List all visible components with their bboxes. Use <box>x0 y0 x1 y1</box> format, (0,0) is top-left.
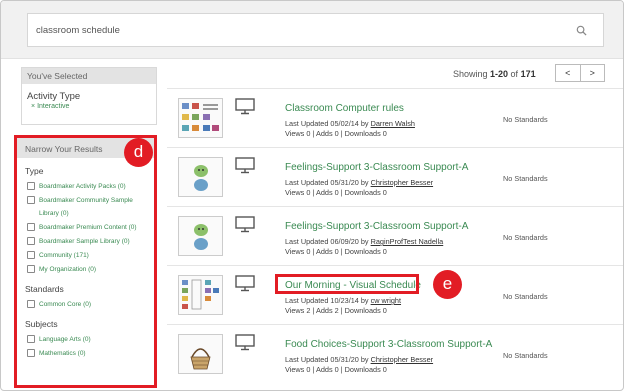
result-title-link[interactable]: Food Choices-Support 3-Classroom Support… <box>285 339 492 350</box>
result-title-link[interactable]: Feelings-Support 3-Classroom Support-A <box>285 162 468 173</box>
result-standards: No Standards <box>503 233 548 242</box>
result-updated: Last Updated 05/31/20 by Christopher Bes… <box>285 178 434 187</box>
prev-page-button[interactable]: < <box>556 65 580 81</box>
selected-filters-panel: You've Selected Activity Type × Interacti… <box>21 67 157 125</box>
search-icon[interactable] <box>576 25 587 36</box>
checkbox[interactable] <box>27 349 35 357</box>
result-stats: Views 0 | Adds 0 | Downloads 0 <box>285 188 387 197</box>
left-column: You've Selected Activity Type × Interacti… <box>21 67 157 125</box>
next-page-button[interactable]: > <box>579 65 605 81</box>
selected-filter-value: Interactive <box>37 103 70 110</box>
search-band <box>1 1 623 59</box>
computer-icon <box>235 157 255 174</box>
filter-option-premium-content[interactable]: Boardmaker Premium Content (0) <box>27 223 154 231</box>
filter-option-sample-library[interactable]: Boardmaker Sample Library (0) <box>27 237 154 245</box>
search-input[interactable] <box>28 14 548 46</box>
activity-thumbnail[interactable] <box>178 275 223 315</box>
result-updated: Last Updated 05/31/20 by Christopher Bes… <box>285 355 434 364</box>
highlight-box-result-title <box>275 274 419 294</box>
result-row: Classroom Computer rules Last Updated 05… <box>167 88 623 147</box>
author-link[interactable]: Darren Walsh <box>371 119 415 128</box>
result-row: Feelings-Support 3-Classroom Support-A L… <box>167 147 623 206</box>
activity-thumbnail[interactable] <box>178 98 223 138</box>
narrow-results-panel: Narrow Your Results Type Boardmaker Acti… <box>14 135 157 388</box>
checkbox[interactable] <box>27 300 35 308</box>
result-updated: Last Updated 05/02/14 by Darren Walsh <box>285 119 415 128</box>
filter-option-community[interactable]: Community (171) <box>27 251 154 259</box>
result-standards: No Standards <box>503 351 548 360</box>
filter-option-language-arts[interactable]: Language Arts (0) <box>27 335 154 343</box>
checkbox[interactable] <box>27 223 35 231</box>
selected-filter-chip[interactable]: × Interactive <box>22 102 156 110</box>
selected-filters-header: You've Selected <box>22 68 156 84</box>
result-updated: Last Updated 06/09/20 by RaginProfTest N… <box>285 237 444 246</box>
result-row: Food Choices-Support 3-Classroom Support… <box>167 324 623 383</box>
computer-icon <box>235 334 255 351</box>
filter-option-common-core[interactable]: Common Core (0) <box>27 300 154 308</box>
result-standards: No Standards <box>503 174 548 183</box>
filter-option-mathematics[interactable]: Mathematics (0) <box>27 349 154 357</box>
checkbox[interactable] <box>27 265 35 273</box>
result-stats: Views 0 | Adds 0 | Downloads 0 <box>285 129 387 138</box>
activity-thumbnail[interactable] <box>178 157 223 197</box>
remove-filter-icon[interactable]: × <box>31 103 35 110</box>
checkbox[interactable] <box>27 251 35 259</box>
author-link[interactable]: RaginProfTest Nadella <box>371 237 444 246</box>
result-row: Feelings-Support 3-Classroom Support-A L… <box>167 206 623 265</box>
checkbox[interactable] <box>27 196 35 204</box>
filter-option-label-continued: Library (0) <box>39 210 69 217</box>
activity-thumbnail[interactable] <box>178 216 223 256</box>
result-updated: Last Updated 10/23/14 by cw wright <box>285 296 402 305</box>
standards-section-label: Standards <box>25 284 64 294</box>
result-stats: Views 0 | Adds 0 | Downloads 0 <box>285 247 387 256</box>
result-title-link[interactable]: Classroom Computer rules <box>285 103 404 114</box>
checkbox[interactable] <box>27 335 35 343</box>
type-section-label: Type <box>25 166 44 176</box>
computer-icon <box>235 98 255 115</box>
result-title-link[interactable]: Feelings-Support 3-Classroom Support-A <box>285 221 468 232</box>
results-count: Showing 1-20 of 171 <box>453 69 536 79</box>
result-stats: Views 2 | Adds 2 | Downloads 0 <box>285 306 387 315</box>
activity-thumbnail[interactable] <box>178 334 223 374</box>
result-stats: Views 0 | Adds 0 | Downloads 0 <box>285 365 387 374</box>
filter-option-activity-packs[interactable]: Boardmaker Activity Packs (0) <box>27 182 154 190</box>
computer-icon <box>235 275 255 292</box>
selected-filter-title: Activity Type <box>27 91 81 102</box>
checkbox[interactable] <box>27 237 35 245</box>
computer-icon <box>235 216 255 233</box>
author-link[interactable]: Christopher Besser <box>371 178 433 187</box>
subjects-section-label: Subjects <box>25 319 58 329</box>
annotation-badge-d: d <box>124 138 153 167</box>
author-link[interactable]: cw wright <box>371 296 401 305</box>
filter-option-community-sample[interactable]: Boardmaker Community Sample <box>27 196 154 204</box>
page-frame: You've Selected Activity Type ×Interacti… <box>0 0 624 391</box>
pagination: < > <box>555 64 605 82</box>
author-link[interactable]: Christopher Besser <box>371 355 433 364</box>
search-box[interactable] <box>27 13 604 47</box>
filter-option-my-organization[interactable]: My Organization (0) <box>27 265 154 273</box>
annotation-badge-e: e <box>433 270 462 299</box>
result-standards: No Standards <box>503 115 548 124</box>
result-standards: No Standards <box>503 292 548 301</box>
checkbox[interactable] <box>27 182 35 190</box>
results-list: Classroom Computer rules Last Updated 05… <box>167 88 623 383</box>
